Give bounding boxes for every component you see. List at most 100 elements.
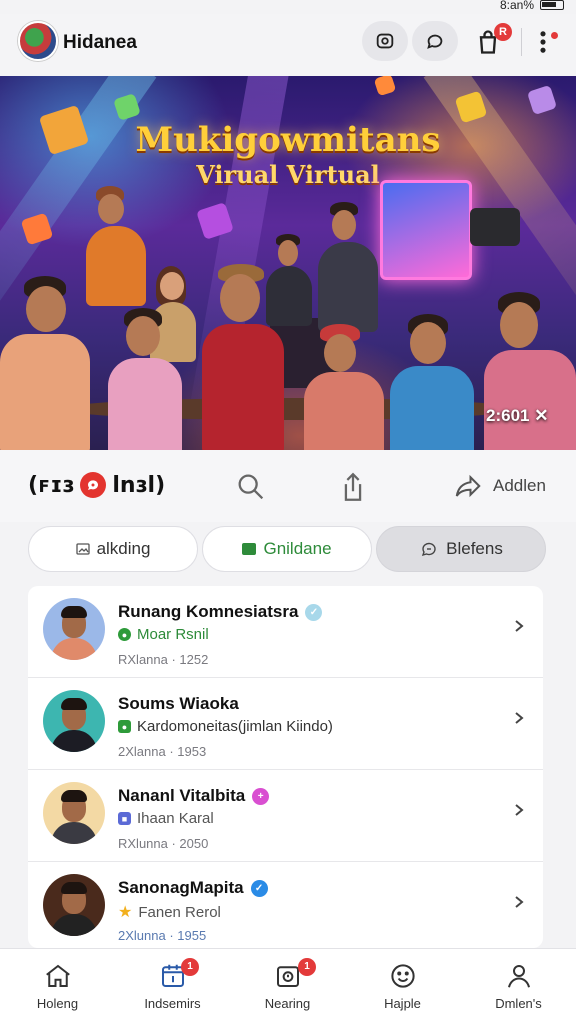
chat-bubble-icon: [427, 34, 443, 49]
nav-badge: 1: [181, 958, 199, 976]
item-subtitle-row: ● Moar Rsnil: [118, 626, 209, 643]
item-name-row: Nananl Vitalbita +: [118, 786, 270, 806]
nav-label: Indsemirs: [144, 996, 201, 1011]
live-label-right: lnɜl): [112, 472, 166, 498]
boy-blue-figure: [390, 314, 480, 450]
item-subtitle: Ihaan Karal: [137, 810, 214, 827]
chip-label: alkding: [96, 539, 151, 558]
share-upload-icon[interactable]: [336, 470, 370, 504]
nav-badge: 1: [298, 958, 316, 976]
item-meta: RXlunna · 2050: [118, 836, 209, 851]
smile-icon: [390, 964, 415, 988]
nav-label: Nearing: [264, 996, 311, 1011]
avatar: [43, 598, 105, 660]
camera-icon: [376, 33, 394, 49]
green-square-icon: [242, 543, 257, 555]
item-meta: 2Xlanna · 1953: [118, 744, 207, 759]
header-divider: [521, 28, 522, 56]
man-right-figure: [478, 292, 576, 450]
verified-badge-icon: ✓: [305, 603, 323, 621]
app-title: Hidanea: [63, 32, 137, 53]
nav-item-nearing[interactable]: Nearing 1: [230, 949, 345, 1024]
item-name-row: SanonagMapita ✓: [118, 878, 268, 898]
banner-title: Mukigowmitans: [135, 120, 441, 160]
add-label: Addlen: [493, 476, 546, 495]
chevron-right-icon: [515, 896, 524, 908]
item-name: Nananl Vitalbita: [118, 786, 246, 805]
item-subtitle: Kardomoneitas(jimlan Kiindo): [137, 718, 333, 735]
nav-item-home[interactable]: Holeng: [0, 949, 115, 1024]
boy-cap-figure: [304, 324, 390, 450]
banner-counter: 2:601 ✕: [486, 406, 549, 425]
image-icon: [75, 543, 90, 555]
status-icon: ■: [118, 812, 131, 825]
magnify-icon[interactable]: [234, 470, 268, 504]
chevron-right-icon: [515, 712, 524, 724]
app-header: Hidanea R: [0, 14, 576, 76]
chip-alkding[interactable]: alkding: [28, 526, 198, 572]
item-subtitle: Fanen Rerol: [138, 903, 221, 921]
chevron-right-icon: [515, 620, 524, 632]
more-vertical-icon[interactable]: [536, 28, 550, 56]
list-item[interactable]: Soums Wiaoka ● Kardomoneitas(jimlan Kiin…: [28, 678, 543, 769]
item-name-row: Soums Wiaoka: [118, 694, 239, 714]
nav-label: Dmlen's: [495, 996, 542, 1011]
nav-item-indsemirs[interactable]: Indsemirs 1: [115, 949, 230, 1024]
item-subtitle-row: ■ Ihaan Karal: [118, 810, 214, 827]
item-subtitle-row: ● Kardomoneitas(jimlan Kiindo): [118, 718, 333, 735]
nav-label: Hajple: [384, 996, 421, 1011]
avatar: [43, 782, 105, 844]
status-icon: ●: [118, 720, 131, 733]
live-chat-icon: [80, 472, 107, 498]
banner-subtitle: Virual Virtual: [196, 160, 380, 189]
chevron-right-icon: [515, 804, 524, 816]
item-name: Runang Komnesiatsra: [118, 602, 299, 621]
item-subtitle-row: ★ Fanen Rerol: [118, 902, 221, 922]
boy-hoodie-figure: [108, 308, 198, 450]
bag-badge: R: [494, 23, 512, 41]
list-item[interactable]: SanonagMapita ✓ ★ Fanen Rerol 2Xlunna · …: [28, 862, 543, 948]
chip-label: Gnildane: [263, 539, 332, 558]
notification-dot: [551, 32, 558, 39]
item-name: Soums Wiaoka: [118, 694, 239, 713]
chip-gnildane[interactable]: Gnildane: [202, 526, 372, 572]
man-left-figure: [0, 276, 110, 450]
hero-banner[interactable]: Mukigowmitans Virual Virtual 2:601 ✕: [0, 76, 576, 450]
avatar: [43, 690, 105, 752]
chat-button[interactable]: [412, 21, 458, 61]
forward-arrow-icon: [455, 474, 481, 498]
actions-row: (ꜰɪɜ lnɜl) Addlen: [0, 450, 576, 522]
item-meta: RXlanna · 1252: [118, 652, 209, 667]
profile-icon: [507, 965, 530, 988]
bottom-nav: Holeng Indsemirs 1 Nearing 1 Hajple Dmle…: [0, 948, 576, 1024]
live-label-left: (ꜰɪɜ: [28, 472, 75, 498]
floating-cube: [526, 84, 558, 116]
camera-button[interactable]: [362, 21, 408, 61]
man-red-shirt-figure: [196, 264, 296, 450]
profile-avatar[interactable]: [18, 21, 58, 61]
speaker-image: [470, 208, 520, 246]
item-name-row: Runang Komnesiatsra ✓: [118, 602, 323, 622]
item-subtitle: Moar Rsnil: [137, 626, 209, 643]
chip-blefens[interactable]: Blefens: [376, 526, 546, 572]
nav-label: Holeng: [36, 996, 79, 1011]
status-icon: ●: [118, 628, 131, 641]
nav-item-profile[interactable]: Dmlen's: [461, 949, 576, 1024]
home-icon: [45, 964, 70, 987]
item-meta: 2Xlunna · 1955: [118, 928, 207, 943]
battery-icon: [540, 0, 564, 10]
status-bar: 8:an%: [0, 0, 576, 14]
list-item[interactable]: Nananl Vitalbita + ■ Ihaan Karal RXlunna…: [28, 770, 543, 861]
verified-badge-icon: ✓: [250, 879, 268, 897]
add-button[interactable]: Addlen: [453, 471, 546, 501]
status-text: 8:an%: [499, 0, 534, 12]
chat-icon: [422, 542, 436, 557]
star-icon: ★: [118, 904, 133, 921]
verified-badge-icon: +: [252, 787, 270, 805]
contact-list: Runang Komnesiatsra ✓ ● Moar Rsnil RXlan…: [28, 586, 543, 948]
live-label-group[interactable]: (ꜰɪɜ lnɜl): [28, 472, 165, 498]
nav-item-hajple[interactable]: Hajple: [345, 949, 460, 1024]
floating-cube: [373, 76, 397, 97]
avatar: [43, 874, 105, 936]
list-item[interactable]: Runang Komnesiatsra ✓ ● Moar Rsnil RXlan…: [28, 586, 543, 677]
